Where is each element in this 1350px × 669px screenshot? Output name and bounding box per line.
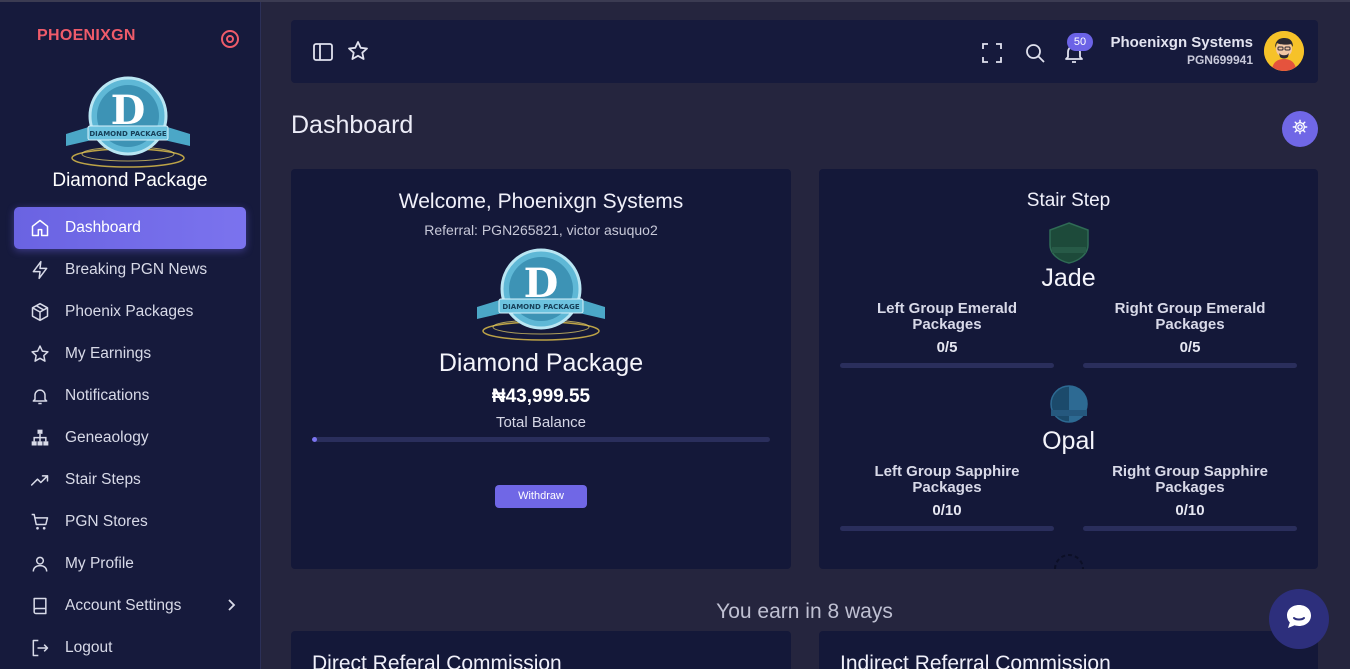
jade-rank-icon <box>1046 221 1092 265</box>
sidebar-item-my-earnings[interactable]: My Earnings <box>14 333 246 375</box>
sidebar-item-logout[interactable]: Logout <box>14 627 246 669</box>
withdraw-button[interactable]: Withdraw <box>495 485 587 508</box>
balance-progress-bar <box>312 437 770 442</box>
chevron-right-icon <box>224 598 238 612</box>
user-icon <box>30 554 50 574</box>
sidebar-item-stair-steps[interactable]: Stair Steps <box>14 459 246 501</box>
svg-text:D: D <box>524 260 559 307</box>
stair-step-card: Stair Step Jade Left Group Emerald Packa… <box>819 169 1318 570</box>
hierarchy-icon <box>30 428 50 448</box>
bell-icon <box>30 386 50 406</box>
sidebar-toggle-icon[interactable] <box>312 41 334 63</box>
left-group-value: 0/5 <box>936 339 958 356</box>
right-group-progress <box>1083 363 1297 368</box>
customizer-settings-button[interactable] <box>1282 111 1318 147</box>
gear-icon <box>1292 119 1308 140</box>
top-bar: 50 Phoenixgn Systems PGN699941 <box>291 20 1318 83</box>
sidebar-item-label: Account Settings <box>65 597 182 614</box>
search-icon[interactable] <box>1024 42 1046 64</box>
sidebar-item-dashboard[interactable]: Dashboard <box>14 207 246 249</box>
target-icon[interactable] <box>220 29 240 49</box>
direct-referral-commission-card: Direct Referal Commission <box>291 631 791 669</box>
right-group-value: 0/10 <box>1175 502 1205 519</box>
chat-bubble-icon <box>1283 601 1315 638</box>
logout-icon <box>30 638 50 658</box>
star-icon <box>30 344 50 364</box>
user-name[interactable]: Phoenixgn Systems <box>1110 34 1253 51</box>
card-title: Indirect Referral Commission <box>840 652 1111 669</box>
left-group-label: Left Group Sapphire Packages <box>874 463 1020 496</box>
opal-rank-icon <box>1046 384 1092 428</box>
box-icon <box>30 302 50 322</box>
total-balance-amount: ₦43,999.55 <box>491 386 591 407</box>
sidebar-item-my-profile[interactable]: My Profile <box>14 543 246 585</box>
sidebar-item-breaking-news[interactable]: Breaking PGN News <box>14 249 246 291</box>
fullscreen-icon[interactable] <box>981 42 1003 64</box>
brand-name[interactable]: PHOENIXGN <box>37 27 136 45</box>
left-group-progress <box>840 526 1054 531</box>
sidebar-item-label: Phoenix Packages <box>65 303 194 320</box>
live-chat-button[interactable] <box>1269 589 1329 649</box>
welcome-title: Welcome, Phoenixgn Systems <box>398 190 684 213</box>
sidebar-item-account-settings[interactable]: Account Settings <box>14 585 246 627</box>
loading-spinner-icon <box>1050 551 1088 573</box>
sidebar-nav: Dashboard Breaking PGN News Phoenix Pack… <box>14 207 246 669</box>
sidebar-item-phoenix-packages[interactable]: Phoenix Packages <box>14 291 246 333</box>
user-id: PGN699941 <box>1186 53 1253 67</box>
avatar[interactable] <box>1264 31 1304 71</box>
sidebar-item-label: Notifications <box>65 387 150 404</box>
sidebar-item-label: PGN Stores <box>65 513 148 530</box>
total-balance-label: Total Balance <box>495 414 587 431</box>
left-group-progress <box>840 363 1054 368</box>
book-icon <box>30 596 50 616</box>
earn-ways-title: You earn in 8 ways <box>716 600 893 623</box>
left-group-value: 0/10 <box>932 502 962 519</box>
sidebar-item-geneaology[interactable]: Geneaology <box>14 417 246 459</box>
home-icon <box>30 218 50 238</box>
stair-step-title: Stair Step <box>1026 190 1111 211</box>
rank-name-jade: Jade <box>1041 264 1096 292</box>
indirect-referral-commission-card: Indirect Referral Commission <box>819 631 1318 669</box>
diamond-package-logo: DIAMOND PACKAGE D <box>62 74 194 172</box>
lightning-icon <box>30 260 50 280</box>
balance-progress-fill <box>312 437 317 442</box>
trending-up-icon <box>30 470 50 490</box>
sidebar-item-label: My Earnings <box>65 345 152 362</box>
cart-icon <box>30 512 50 532</box>
rank-name-opal: Opal <box>1042 427 1095 455</box>
sidebar-item-pgn-stores[interactable]: PGN Stores <box>14 501 246 543</box>
page-title: Dashboard <box>291 111 414 139</box>
notification-count-badge: 50 <box>1067 33 1093 51</box>
svg-text:D: D <box>111 87 146 134</box>
referral-info: Referral: PGN265821, victor asuquo2 <box>424 222 658 238</box>
sidebar: PHOENIXGN DIAMOND PACKAGE D Diamond Pack… <box>0 2 261 669</box>
sidebar-item-label: Geneaology <box>65 429 149 446</box>
left-group-label: Left Group Emerald Packages <box>876 300 1018 333</box>
right-group-value: 0/5 <box>1179 339 1201 356</box>
sidebar-item-label: My Profile <box>65 555 134 572</box>
card-title: Direct Referal Commission <box>312 652 562 669</box>
right-group-label: Right Group Emerald Packages <box>1114 300 1266 333</box>
welcome-card: Welcome, Phoenixgn Systems Referral: PGN… <box>291 169 791 569</box>
package-name: Diamond Package <box>52 170 208 191</box>
sidebar-item-label: Stair Steps <box>65 471 141 488</box>
sidebar-item-label: Logout <box>65 639 113 656</box>
package-name: Diamond Package <box>438 349 644 377</box>
diamond-package-logo: DIAMOND PACKAGE D <box>473 247 609 347</box>
star-icon[interactable] <box>347 40 369 62</box>
sidebar-item-label: Breaking PGN News <box>65 261 208 278</box>
right-group-label: Right Group Sapphire Packages <box>1112 463 1268 496</box>
sidebar-item-label: Dashboard <box>65 219 141 236</box>
right-group-progress <box>1083 526 1297 531</box>
sidebar-item-notifications[interactable]: Notifications <box>14 375 246 417</box>
